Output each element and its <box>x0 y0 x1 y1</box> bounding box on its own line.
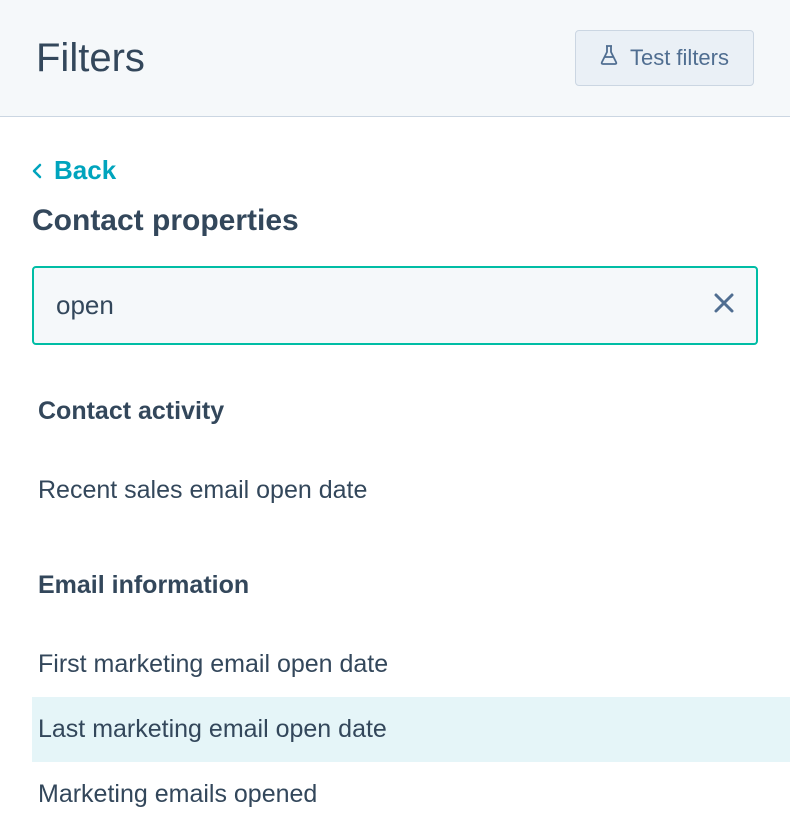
section-title: Contact properties <box>32 204 758 238</box>
filters-header: Filters Test filters <box>0 0 790 117</box>
list-item[interactable]: Marketing emails opened <box>38 762 790 827</box>
results-list: Contact activity Recent sales email open… <box>38 381 790 827</box>
group-header: Contact activity <box>38 381 790 442</box>
chevron-left-icon <box>32 155 42 186</box>
flask-icon <box>600 45 618 71</box>
page-title: Filters <box>36 36 145 81</box>
list-item[interactable]: Recent sales email open date <box>38 458 790 523</box>
search-wrapper <box>32 266 758 345</box>
list-item[interactable]: Last marketing email open date <box>32 697 790 762</box>
test-filters-button[interactable]: Test filters <box>575 30 754 86</box>
clear-search-button[interactable] <box>710 292 738 320</box>
test-filters-label: Test filters <box>630 45 729 71</box>
back-link[interactable]: Back <box>32 155 758 186</box>
group-header: Email information <box>38 555 790 616</box>
content-area: Back Contact properties Contact activity… <box>0 117 790 827</box>
close-icon <box>712 291 736 320</box>
list-item[interactable]: First marketing email open date <box>38 632 790 697</box>
back-label: Back <box>54 155 116 186</box>
search-input[interactable] <box>32 266 758 345</box>
